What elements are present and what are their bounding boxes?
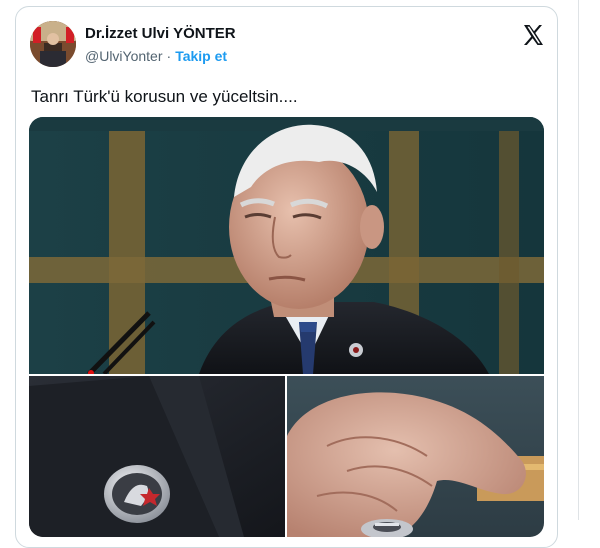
photo-portrait[interactable] bbox=[29, 117, 544, 374]
tweet-card[interactable]: Dr.İzzet Ulvi YÖNTER @UlviYonter · Takip e… bbox=[15, 6, 558, 548]
separator-dot: · bbox=[166, 48, 172, 64]
page-divider bbox=[578, 0, 579, 520]
media-grid bbox=[29, 117, 544, 537]
follow-button[interactable]: Takip et bbox=[175, 48, 227, 64]
photo-lapel-pin[interactable] bbox=[29, 376, 285, 537]
x-logo-icon[interactable] bbox=[521, 23, 545, 47]
user-handle[interactable]: @UlviYonter bbox=[85, 48, 163, 64]
avatar-image bbox=[30, 21, 76, 67]
photo-hand-ring[interactable] bbox=[287, 376, 544, 537]
tweet-text: Tanrı Türk'ü korusun ve yüceltsin.... bbox=[31, 87, 298, 106]
avatar[interactable] bbox=[30, 21, 76, 67]
handle-line: @UlviYonter · Takip et bbox=[85, 48, 227, 64]
display-name[interactable]: Dr.İzzet Ulvi YÖNTER bbox=[85, 25, 236, 42]
